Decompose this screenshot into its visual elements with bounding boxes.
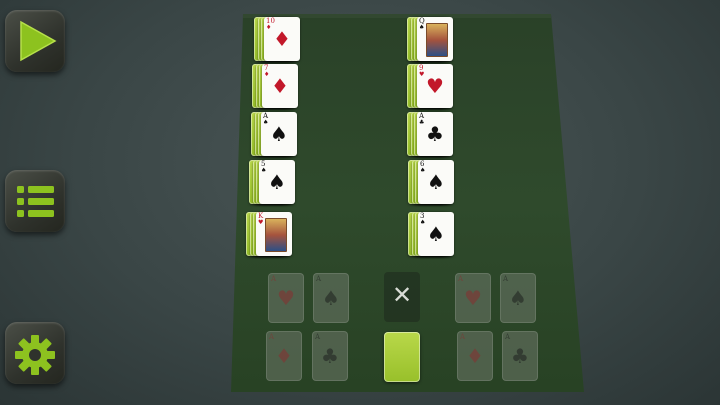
card-suit-pip: ♠ [427, 170, 445, 194]
play-icon [20, 20, 57, 62]
face-card-art [426, 23, 448, 57]
foundation-rank: A [315, 333, 321, 341]
foundation-rank: A [503, 275, 509, 283]
gear-icon [15, 335, 55, 375]
foundation-rank: A [316, 275, 322, 283]
settings-button[interactable] [5, 322, 65, 384]
card-suit-small: ♠ [419, 24, 425, 31]
stock-pile[interactable] [384, 332, 420, 382]
foundation-slot[interactable]: A ♦ [457, 331, 493, 381]
list-icon [17, 186, 54, 217]
tableau-card[interactable]: 7 ♦ ♦ [262, 64, 298, 108]
foundation-rank: A [505, 333, 511, 341]
card-suit-small: ♥ [258, 219, 264, 226]
foundation-suit: ♦ [275, 344, 293, 368]
tableau-card[interactable]: 6 ♠ ♠ [418, 160, 454, 204]
close-icon: ✕ [391, 281, 413, 309]
foundation-suit: ♣ [511, 344, 529, 368]
foundation-slot[interactable]: A ♥ [455, 273, 491, 323]
tableau-card[interactable]: 3 ♠ ♠ [418, 212, 454, 256]
foundation-rank: A [458, 275, 464, 283]
foundation-rank: A [460, 333, 466, 341]
play-button[interactable] [5, 10, 65, 72]
foundation-suit: ♦ [466, 344, 484, 368]
menu-button[interactable] [5, 170, 65, 232]
foundation-slot[interactable]: A ♣ [502, 331, 538, 381]
foundation-slot[interactable]: A ♠ [313, 273, 349, 323]
card-suit-pip: ♦ [273, 27, 291, 51]
tableau-card[interactable]: Q ♠ [417, 17, 453, 61]
foundation-suit: ♠ [509, 286, 527, 310]
felt-table [231, 14, 584, 392]
card-suit-pip: ♠ [268, 170, 286, 194]
card-suit-pip: ♠ [270, 122, 288, 146]
card-suit-pip: ♣ [426, 122, 444, 146]
card-suit-pip: ♦ [271, 74, 289, 98]
foundation-slot[interactable]: A ♠ [500, 273, 536, 323]
foundation-suit: ♣ [321, 344, 339, 368]
waste-pile[interactable]: ✕ [384, 272, 420, 322]
foundation-slot[interactable]: A ♦ [266, 331, 302, 381]
tableau-card[interactable]: 5 ♠ ♠ [259, 160, 295, 204]
card-suit-pip: ♥ [426, 74, 444, 98]
foundation-rank: A [269, 333, 275, 341]
foundation-slot[interactable]: A ♥ [268, 273, 304, 323]
face-card-art [265, 218, 287, 252]
tableau-card[interactable]: 10 ♦ ♦ [264, 17, 300, 61]
foundation-slot[interactable]: A ♣ [312, 331, 348, 381]
foundation-rank: A [271, 275, 277, 283]
tableau-card[interactable]: A ♣ ♣ [417, 112, 453, 156]
foundation-suit: ♥ [464, 286, 482, 310]
tableau-card[interactable]: K ♥ [256, 212, 292, 256]
tableau-card[interactable]: 9 ♥ ♥ [417, 64, 453, 108]
tableau-card[interactable]: A ♠ ♠ [261, 112, 297, 156]
foundation-suit: ♥ [277, 286, 295, 310]
foundation-suit: ♠ [322, 286, 340, 310]
card-suit-pip: ♠ [427, 222, 445, 246]
